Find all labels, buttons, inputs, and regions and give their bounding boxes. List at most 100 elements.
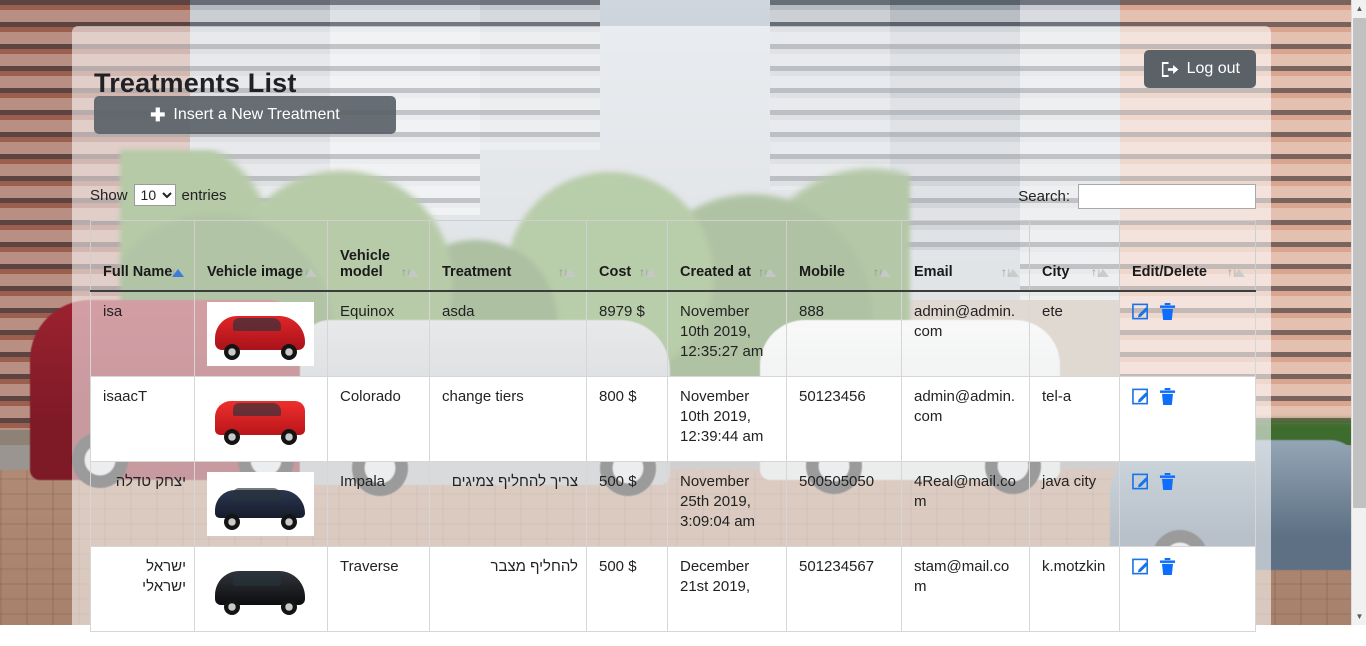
cell-full-name: ישראל ישראלי (90, 545, 195, 632)
cell-cost: 500 $ (586, 545, 668, 632)
cell-mobile: 50123456 (786, 375, 902, 462)
cell-vehicle-model: Equinox (327, 290, 430, 377)
cell-vehicle-model: Impala (327, 460, 430, 547)
sort-indicator: ↑↓ (299, 260, 319, 278)
column-header-created-at[interactable]: Created at ↑↓ (667, 220, 787, 292)
edit-pencil-square-icon[interactable] (1132, 557, 1151, 576)
column-header-vehicle-model[interactable]: Vehicle model ↑↓ (327, 220, 430, 292)
cell-created-at: November 25th 2019, 3:09:04 am (667, 460, 787, 547)
scrollbar-thumb[interactable] (1353, 18, 1366, 508)
cell-treatment: צריך להחליף צמיגים (429, 460, 587, 547)
cell-treatment: להחליף מצבר (429, 545, 587, 632)
column-header-email[interactable]: Email ↑↓ (901, 220, 1030, 292)
cell-created-at: December 21st 2019, (667, 545, 787, 632)
treatments-table-wrapper: Full Name ↑↓ Vehicle image ↑↓ Vehicle mo… (90, 220, 1256, 632)
table-row: isa Equinox asda 8979 $ November 10th 20… (90, 290, 1256, 377)
column-label: Vehicle image (207, 263, 303, 280)
table-row: isaacT Colorado change tiers 800 $ Novem… (90, 375, 1256, 462)
cell-treatment: change tiers (429, 375, 587, 462)
column-label: Created at (680, 263, 751, 280)
column-label: Mobile (799, 263, 845, 280)
search-input[interactable] (1078, 184, 1256, 209)
page-length-select[interactable]: 10 (133, 184, 176, 206)
cell-created-at: November 10th 2019, 12:39:44 am (667, 375, 787, 462)
column-header-treatment[interactable]: Treatment ↑↓ (429, 220, 587, 292)
sort-indicator: ↑↓ (873, 260, 893, 278)
column-header-city[interactable]: City ↑↓ (1029, 220, 1120, 292)
treatments-table: Full Name ↑↓ Vehicle image ↑↓ Vehicle mo… (90, 220, 1256, 632)
table-row: ישראל ישראלי Traverse להחליף מצבר 500 $ … (90, 545, 1256, 632)
cell-email: 4Real@mail.com (901, 460, 1030, 547)
cell-email: stam@mail.com (901, 545, 1030, 632)
entries-label: entries (181, 186, 227, 204)
chevrolet-traverse-black-suv-image (207, 556, 314, 621)
column-header-cost[interactable]: Cost ↑↓ (586, 220, 668, 292)
cell-cost: 8979 $ (586, 290, 668, 377)
logout-label: Log out (1186, 60, 1240, 77)
cell-email: admin@admin.com (901, 375, 1030, 462)
edit-pencil-square-icon[interactable] (1132, 302, 1151, 321)
sort-indicator-asc: ↑↓ (166, 260, 186, 278)
column-header-full-name[interactable]: Full Name ↑↓ (90, 220, 195, 292)
trash-icon[interactable] (1159, 557, 1176, 576)
logout-button[interactable]: Log out (1143, 50, 1256, 88)
edit-pencil-square-icon[interactable] (1132, 472, 1151, 491)
column-label: Treatment (442, 263, 512, 280)
cell-edit-delete (1119, 290, 1256, 377)
column-label: City (1042, 263, 1070, 280)
cell-edit-delete (1119, 460, 1256, 547)
cell-mobile: 500505050 (786, 460, 902, 547)
column-label: Cost (599, 263, 632, 280)
sort-indicator: ↑↓ (401, 260, 421, 278)
cell-city: tel-a (1029, 375, 1120, 462)
cell-cost: 500 $ (586, 460, 668, 547)
edit-pencil-square-icon[interactable] (1132, 387, 1151, 406)
sort-indicator: ↑↓ (1227, 260, 1247, 278)
cell-edit-delete (1119, 545, 1256, 632)
cell-vehicle-image (194, 460, 328, 547)
trash-icon[interactable] (1159, 302, 1176, 321)
cell-mobile: 888 (786, 290, 902, 377)
plus-icon: ✚ (150, 105, 166, 125)
cell-created-at: November 10th 2019, 12:35:27 am (667, 290, 787, 377)
column-header-edit-delete[interactable]: Edit/Delete ↑↓ (1119, 220, 1256, 292)
show-label: Show (90, 186, 128, 204)
trash-icon[interactable] (1159, 387, 1176, 406)
cell-vehicle-model: Traverse (327, 545, 430, 632)
page-title: Treatments List (94, 68, 297, 99)
insert-new-treatment-button[interactable]: ✚ Insert a New Treatment (94, 96, 396, 134)
trash-icon[interactable] (1159, 472, 1176, 491)
sort-indicator: ↑↓ (1001, 260, 1021, 278)
cell-city: ete (1029, 290, 1120, 377)
scroll-down-arrow[interactable]: ▼ (1352, 608, 1366, 625)
column-label: Email (914, 263, 953, 280)
cell-cost: 800 $ (586, 375, 668, 462)
search-control: Search: (1018, 184, 1256, 209)
column-label: Full Name (103, 263, 173, 280)
cell-city: java city (1029, 460, 1120, 547)
chevrolet-impala-darkblue-sedan-image (207, 471, 314, 536)
cell-full-name: isa (90, 290, 195, 377)
cell-email: admin@admin.com (901, 290, 1030, 377)
column-label: Vehicle model (340, 247, 390, 280)
cell-edit-delete (1119, 375, 1256, 462)
cell-vehicle-image (194, 375, 328, 462)
browser-scrollbar[interactable]: ▲ ▼ (1351, 0, 1366, 625)
column-header-vehicle-image[interactable]: Vehicle image ↑↓ (194, 220, 328, 292)
cell-full-name: isaacT (90, 375, 195, 462)
cell-vehicle-image (194, 290, 328, 377)
cell-full-name: יצחק טדלה (90, 460, 195, 547)
search-label: Search: (1018, 188, 1070, 205)
entries-length-control: Show 10 entries (90, 184, 227, 206)
chevrolet-colorado-red-pickup-image (207, 386, 314, 451)
cell-city: k.motzkin (1029, 545, 1120, 632)
column-label: Edit/Delete (1132, 263, 1207, 280)
table-row: יצחק טדלה Impala צריך להחליף צמיגים 500 … (90, 460, 1256, 547)
chevrolet-equinox-red-suv-image (207, 301, 314, 366)
sort-indicator: ↑↓ (558, 260, 578, 278)
sort-indicator: ↑↓ (639, 260, 659, 278)
scroll-up-arrow[interactable]: ▲ (1352, 0, 1366, 17)
column-header-mobile[interactable]: Mobile ↑↓ (786, 220, 902, 292)
table-header-row: Full Name ↑↓ Vehicle image ↑↓ Vehicle mo… (90, 220, 1256, 292)
sort-indicator: ↑↓ (1091, 260, 1111, 278)
